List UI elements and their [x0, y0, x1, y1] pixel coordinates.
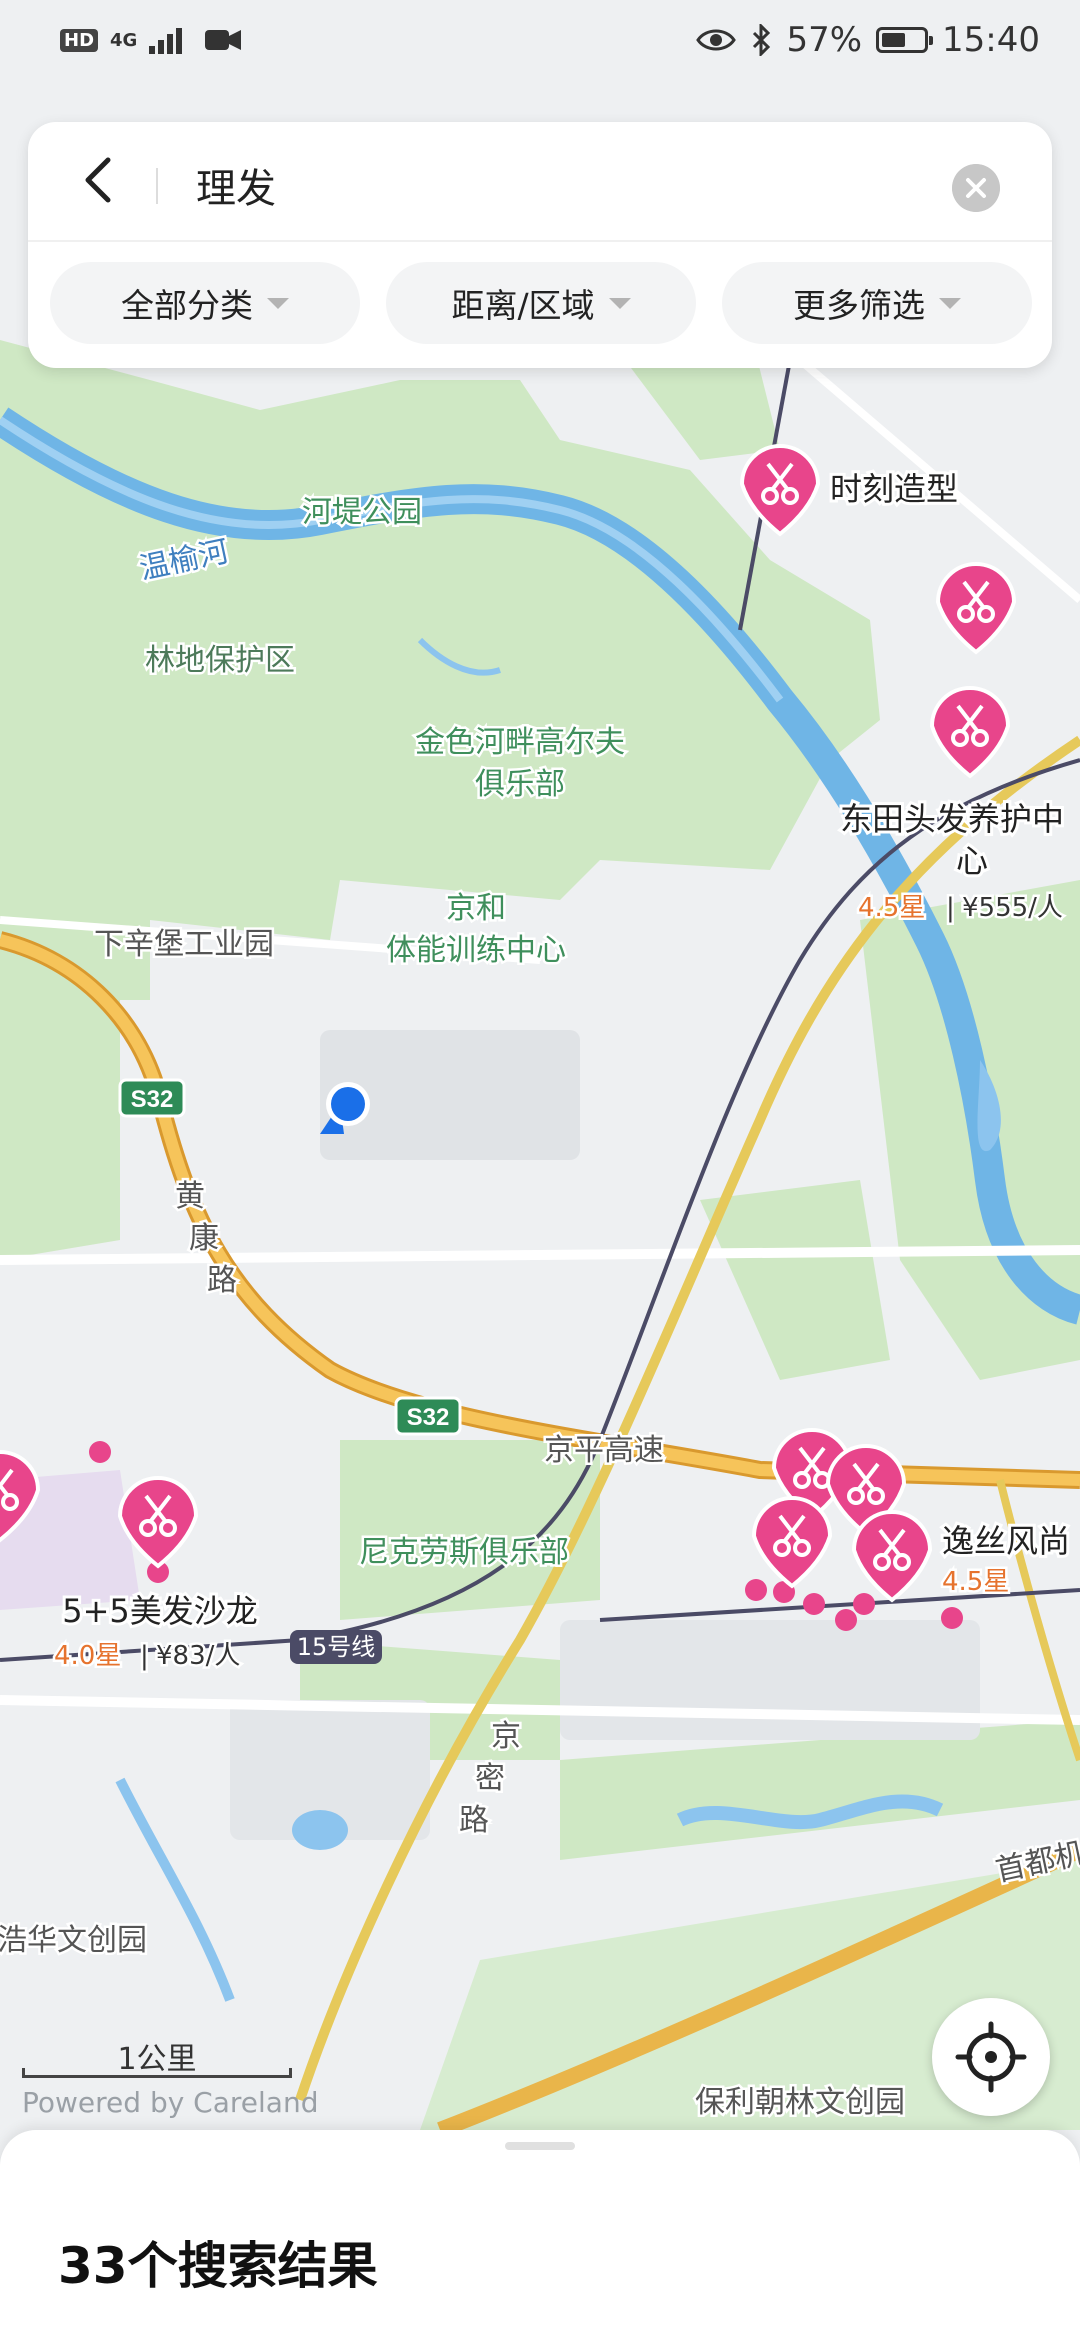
poi-label[interactable]: 东田头发养护中: [837, 797, 1067, 841]
poi-separator: |: [946, 893, 955, 923]
battery-percent: 57%: [786, 20, 863, 60]
poi-price: ¥83/人: [156, 1641, 240, 1671]
signal-icon: 4G: [110, 29, 138, 51]
filter-label: 距离/区域: [451, 286, 595, 325]
search-panel: 理发 全部分类 距离/区域 更多筛选: [28, 122, 1052, 368]
caret-down-icon: [608, 297, 631, 309]
filter-label: 更多筛选: [793, 286, 925, 325]
svg-text:S32: S32: [407, 1404, 450, 1431]
s32-shield: S32: [118, 1078, 186, 1118]
label-huawen: 浩华文创园: [0, 1923, 147, 1958]
clock: 15:40: [942, 20, 1040, 60]
label-park: 河堤公园: [302, 495, 422, 530]
clear-search-icon[interactable]: [952, 164, 1000, 212]
svg-text:S32: S32: [131, 1086, 174, 1113]
poi-label[interactable]: 时刻造型: [827, 467, 961, 511]
label-jinghe: 体能训练中心: [386, 933, 566, 968]
poi-separator: |: [140, 1641, 149, 1671]
bluetooth-icon: [753, 24, 771, 56]
label-forest: 林地保护区: [145, 643, 295, 678]
video-icon: [205, 30, 242, 50]
search-query[interactable]: 理发: [196, 156, 276, 214]
label-jinghe: 京和: [446, 891, 506, 926]
caret-down-icon: [267, 297, 289, 309]
caret-down-icon: [939, 297, 961, 309]
label-industrial: 下辛堡工业园: [94, 927, 274, 962]
poi-rating: 4.0星: [54, 1641, 121, 1671]
results-count-title: 33个搜索结果: [58, 2237, 378, 2295]
search-divider: [156, 168, 158, 204]
filter-bar: 全部分类 距离/区域 更多筛选: [50, 262, 1032, 344]
svg-text:京: 京: [491, 1719, 521, 1754]
status-bar: HD 4G 57% 15:40: [0, 0, 1080, 80]
pond: [292, 1810, 348, 1850]
s32-shield: S32: [394, 1396, 462, 1436]
svg-text:路: 路: [207, 1263, 237, 1298]
search-bar: 理发: [28, 122, 1052, 240]
filter-more[interactable]: 更多筛选: [722, 262, 1032, 344]
label-golf: 金色河畔高尔夫: [415, 725, 625, 760]
back-arrow-icon[interactable]: [72, 152, 128, 208]
green-area: [0, 1000, 120, 1260]
svg-text:路: 路: [459, 1803, 489, 1838]
hd-indicator: HD: [60, 28, 99, 52]
divider: [28, 240, 1052, 242]
svg-text:康: 康: [189, 1221, 219, 1256]
filter-category[interactable]: 全部分类: [50, 262, 360, 344]
battery-icon: [876, 27, 934, 53]
eye-icon: [696, 29, 737, 51]
poi-rating: 4.5星: [858, 893, 925, 923]
map-attribution: Powered by Careland: [22, 2086, 319, 2119]
poi-rating: 4.5星: [942, 1567, 1009, 1597]
svg-text:黄: 黄: [175, 1179, 205, 1214]
locate-me-button[interactable]: [932, 1998, 1050, 2116]
crosshair-icon: [955, 2021, 1027, 2093]
label-nicklaus: 尼克劳斯俱乐部: [359, 1535, 569, 1570]
poi-price: ¥555/人: [962, 893, 1063, 923]
label-poly: 保利朝林文创园: [695, 2085, 905, 2120]
results-sheet[interactable]: 33个搜索结果: [0, 2130, 1080, 2340]
filter-distance[interactable]: 距离/区域: [386, 262, 696, 344]
poi-label[interactable]: 逸丝风尚: [939, 1519, 1073, 1563]
poi-label[interactable]: 心: [953, 839, 991, 883]
poi-label[interactable]: 5+5美发沙龙: [59, 1589, 261, 1633]
svg-text:密: 密: [475, 1761, 505, 1796]
filter-label: 全部分类: [121, 286, 253, 325]
svg-text:15号线: 15号线: [297, 1633, 376, 1661]
building-block: [560, 1620, 980, 1740]
label-jingping: 京平高速: [544, 1433, 664, 1468]
label-golf: 俱乐部: [475, 767, 565, 802]
map-scale: 1公里: [22, 2034, 292, 2078]
line15-badge: 15号线: [290, 1630, 382, 1664]
drag-handle[interactable]: [505, 2142, 575, 2150]
scale-bar: [22, 2068, 292, 2078]
signal-bars-icon: [149, 28, 183, 54]
